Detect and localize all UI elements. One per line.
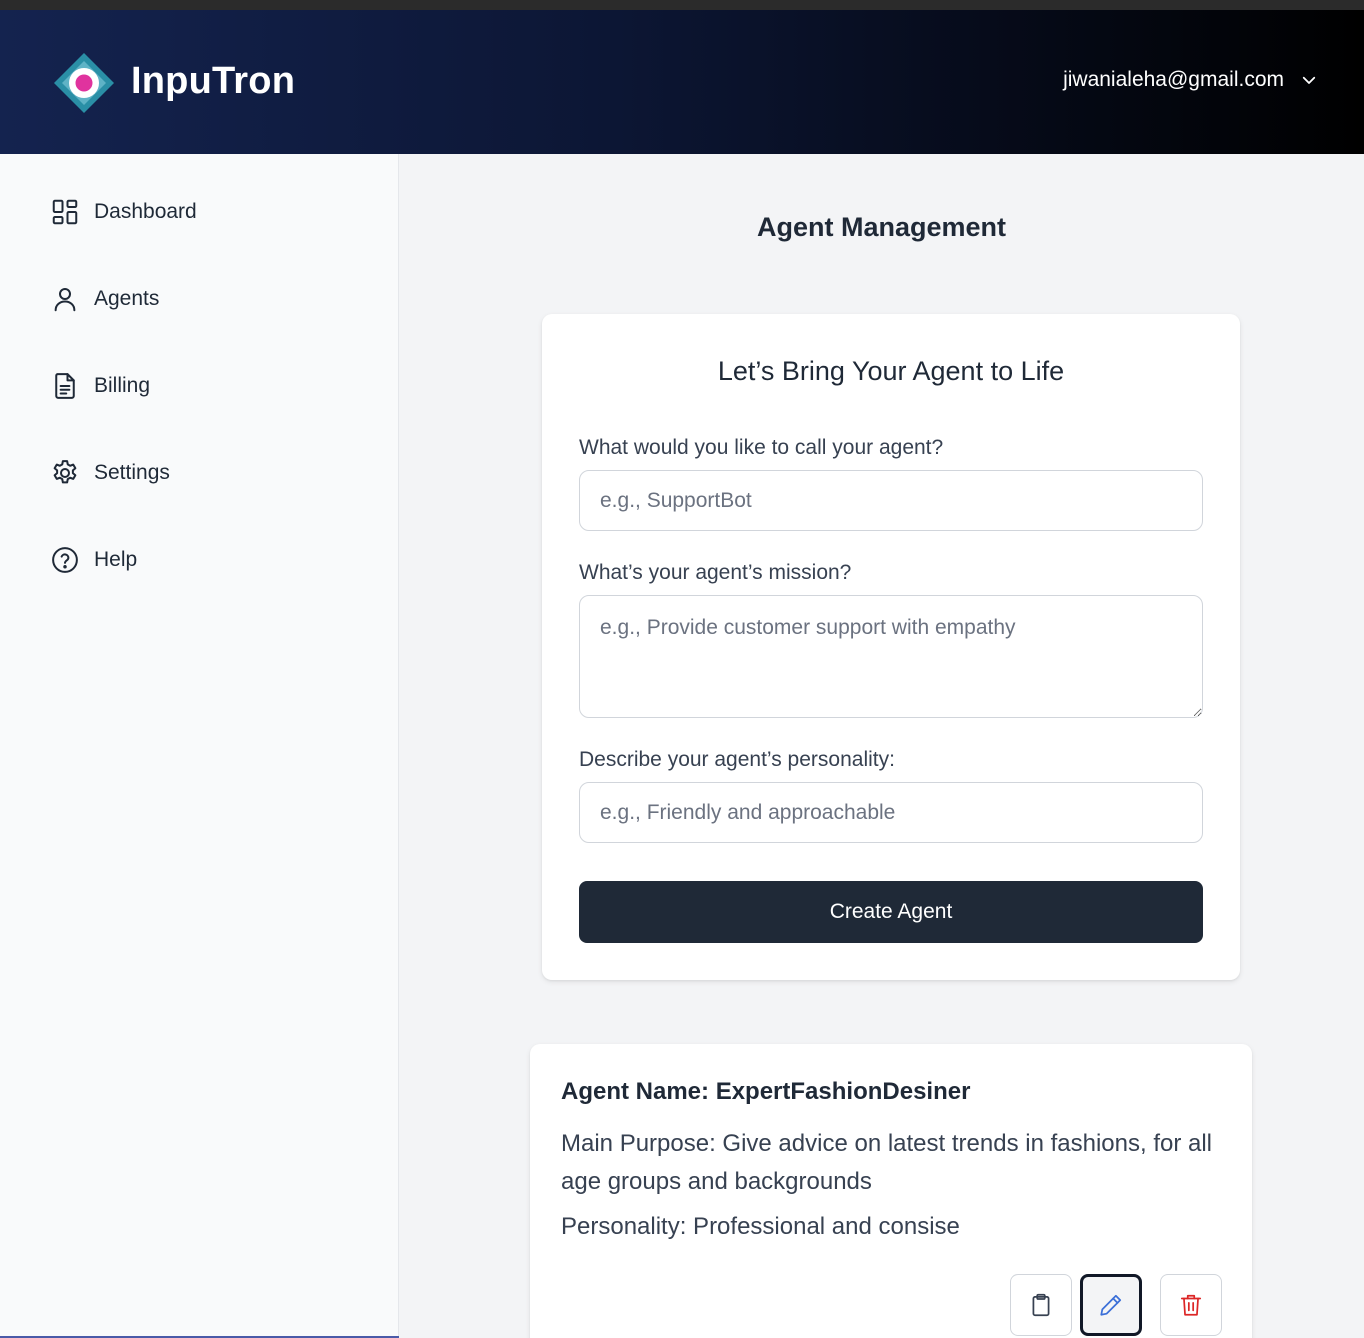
sidebar-item-help[interactable]: Help	[50, 542, 137, 578]
sidebar-item-label: Help	[94, 548, 138, 571]
copy-agent-button[interactable]	[1010, 1274, 1072, 1336]
document-icon	[55, 373, 75, 399]
agent-name-label: What would you like to call your agent?	[579, 436, 944, 459]
gear-icon	[53, 460, 77, 484]
page-title: Agent Management	[756, 212, 1007, 242]
sidebar-item-label: Dashboard	[94, 200, 197, 223]
agent-name-input[interactable]	[579, 470, 1203, 531]
sidebar-item-dashboard[interactable]: Dashboard	[50, 194, 197, 230]
trash-icon	[1180, 1294, 1202, 1316]
agent-name-text: Agent Name: ExpertFashionDesiner	[561, 1078, 971, 1105]
sidebar-item-billing[interactable]: Billing	[50, 368, 150, 404]
agent-personality-input[interactable]	[579, 782, 1203, 843]
delete-agent-button[interactable]	[1160, 1274, 1222, 1336]
agent-mission-label: What’s your agent’s mission?	[579, 561, 852, 584]
dashboard-grid-icon	[52, 199, 78, 225]
sidebar-item-label: Agents	[94, 287, 160, 310]
top-header: InpuTron jiwanialeha@gmail.com	[0, 10, 1364, 154]
edit-agent-button[interactable]	[1080, 1274, 1142, 1336]
inputron-logo-icon	[54, 53, 114, 113]
user-icon	[54, 288, 76, 312]
pencil-icon	[1100, 1294, 1122, 1316]
window-top-strip	[0, 0, 1364, 10]
sidebar-item-settings[interactable]: Settings	[50, 455, 170, 491]
agent-mission-textarea[interactable]	[579, 595, 1203, 718]
create-agent-button[interactable]: Create Agent	[579, 881, 1203, 943]
brand-name: InpuTron	[131, 60, 296, 102]
agent-card: Agent Name: ExpertFashionDesiner Main Pu…	[530, 1044, 1252, 1338]
sidebar: Dashboard Agents Billing Settings Help	[0, 154, 399, 1338]
create-agent-form: Let’s Bring Your Agent to Life What woul…	[542, 314, 1240, 980]
form-heading: Let’s Bring Your Agent to Life	[717, 356, 1065, 386]
help-circle-icon	[52, 547, 78, 573]
clipboard-icon	[1032, 1293, 1050, 1317]
agent-purpose-text: Main Purpose: Give advice on latest tren…	[561, 1130, 1212, 1195]
chevron-down-icon	[1302, 76, 1316, 84]
agent-personality-label: Describe your agent’s personality:	[579, 748, 895, 771]
sidebar-item-label: Billing	[94, 374, 151, 397]
user-email: jiwanialeha@gmail.com	[1063, 68, 1284, 91]
sidebar-item-label: Settings	[94, 461, 170, 484]
agent-personality-text: Personality: Professional and consise	[561, 1213, 960, 1240]
sidebar-item-agents[interactable]: Agents	[50, 281, 159, 317]
user-menu[interactable]: jiwanialeha@gmail.com	[1063, 68, 1318, 92]
